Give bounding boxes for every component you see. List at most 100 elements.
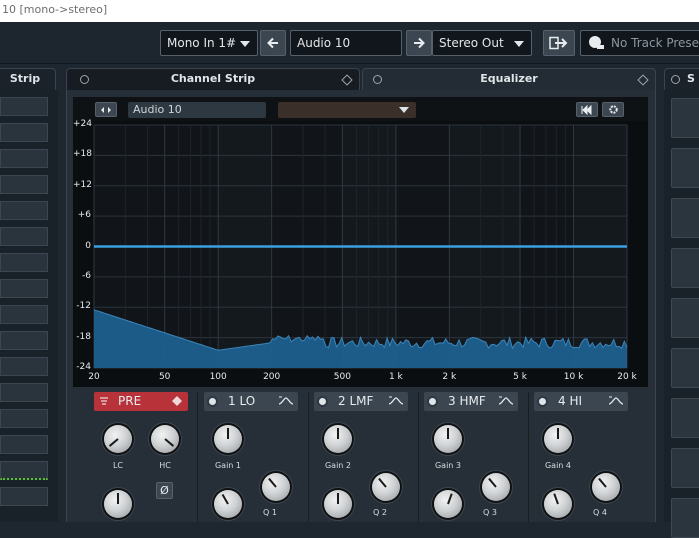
equalizer-title: Equalizer bbox=[480, 72, 538, 85]
ring-icon bbox=[373, 75, 382, 84]
insert-slot[interactable] bbox=[0, 279, 48, 298]
pre-options-icon bbox=[172, 396, 182, 406]
input-routing-select[interactable]: Mono In 1# bbox=[160, 30, 258, 56]
band-1-gain-knob[interactable] bbox=[214, 425, 242, 453]
band-divider bbox=[308, 392, 309, 522]
insert-slot[interactable] bbox=[0, 409, 48, 428]
power-icon[interactable] bbox=[537, 396, 548, 407]
chevron-down-icon bbox=[514, 41, 524, 47]
eq-settings-button[interactable] bbox=[602, 102, 624, 117]
hc-label: HC bbox=[159, 461, 171, 470]
band-4-label: 4 HI bbox=[558, 394, 583, 408]
hc-knob[interactable] bbox=[151, 425, 179, 453]
pre-label: PRE bbox=[118, 394, 142, 408]
eq-display-header: Audio 10 bbox=[73, 97, 648, 121]
eq-x-tick-label: 20 bbox=[88, 372, 100, 382]
insert-slot[interactable] bbox=[0, 305, 48, 324]
band-1-header[interactable]: 1 LO bbox=[204, 392, 298, 411]
phase-invert-button[interactable]: Ø bbox=[156, 482, 173, 499]
insert-slot[interactable] bbox=[0, 123, 48, 142]
route-icon bbox=[549, 36, 568, 50]
band-2-q-knob-dial[interactable] bbox=[324, 490, 352, 518]
band-2-label: 2 LMF bbox=[338, 394, 374, 408]
route-button[interactable] bbox=[543, 30, 575, 56]
eq-x-tick-label: 10 k bbox=[563, 372, 584, 382]
pre-section-button[interactable]: PRE bbox=[94, 392, 188, 411]
eq-x-tick-label: 1 k bbox=[388, 372, 403, 382]
strip-slot[interactable] bbox=[671, 398, 699, 438]
window-title: 10 [mono->stereo] bbox=[2, 3, 108, 16]
next-track-button[interactable] bbox=[406, 30, 432, 56]
insert-slot[interactable] bbox=[0, 331, 48, 350]
strip-slot[interactable] bbox=[671, 448, 699, 488]
insert-slot[interactable] bbox=[0, 201, 48, 220]
insert-slot[interactable] bbox=[0, 149, 48, 168]
pre-gain-knob[interactable] bbox=[104, 490, 132, 518]
lc-knob[interactable] bbox=[104, 425, 132, 453]
insert-slot-active[interactable] bbox=[0, 461, 48, 480]
insert-slot[interactable] bbox=[0, 175, 48, 194]
band-2-gain-knob[interactable] bbox=[324, 425, 352, 453]
band-1-label: 1 LO bbox=[228, 394, 256, 408]
strip-slot[interactable] bbox=[671, 248, 699, 288]
band-2-frequency-knob[interactable] bbox=[372, 473, 400, 501]
previous-track-button[interactable] bbox=[260, 30, 286, 56]
band-4-frequency-knob[interactable] bbox=[592, 473, 620, 501]
strip-slot[interactable] bbox=[671, 348, 699, 388]
eq-y-tick-label: -6 bbox=[82, 270, 91, 281]
band-4-header[interactable]: 4 HI bbox=[534, 392, 628, 411]
strip-slot[interactable] bbox=[671, 148, 699, 188]
reset-eq-button[interactable] bbox=[576, 102, 598, 117]
strip-slot[interactable] bbox=[671, 298, 699, 338]
track-preset-field[interactable]: No Track Preset bbox=[580, 30, 699, 56]
insert-slot[interactable] bbox=[0, 227, 48, 246]
band-4-q-knob-dial[interactable] bbox=[544, 490, 572, 518]
insert-slot[interactable] bbox=[0, 253, 48, 272]
power-icon[interactable] bbox=[207, 396, 218, 407]
strip-slot[interactable] bbox=[671, 498, 699, 538]
band-3-header[interactable]: 3 HMF bbox=[424, 392, 518, 411]
eq-channel-name-text: Audio 10 bbox=[133, 103, 182, 116]
filter-shape-icon[interactable] bbox=[608, 395, 624, 407]
left-panel-tab[interactable]: Strip bbox=[0, 68, 56, 90]
channel-strip-tab[interactable]: Channel Strip bbox=[66, 68, 360, 90]
band-4-gain-knob[interactable] bbox=[544, 425, 572, 453]
preset-icon bbox=[589, 36, 604, 49]
right-strip-panel bbox=[664, 90, 699, 538]
insert-slot[interactable] bbox=[0, 487, 48, 506]
snapshot-toggle-button[interactable] bbox=[95, 102, 117, 117]
insert-slot[interactable] bbox=[0, 435, 48, 454]
arrow-left-icon bbox=[267, 37, 278, 49]
eq-x-tick-label: 200 bbox=[263, 372, 281, 382]
band-divider bbox=[197, 392, 198, 522]
output-routing-select[interactable]: Stereo Out bbox=[432, 30, 532, 56]
band-1-frequency-knob[interactable] bbox=[262, 473, 290, 501]
band-3-label: 3 HMF bbox=[448, 394, 486, 408]
power-icon[interactable] bbox=[427, 396, 438, 407]
power-icon[interactable] bbox=[317, 396, 328, 407]
filter-shape-icon[interactable] bbox=[278, 395, 294, 407]
ring-icon bbox=[671, 75, 680, 84]
eq-y-tick-label: +12 bbox=[73, 179, 92, 190]
eq-preset-select[interactable] bbox=[278, 102, 416, 118]
insert-slot[interactable] bbox=[0, 357, 48, 376]
track-name-field[interactable]: Audio 10 bbox=[290, 30, 402, 56]
right-panel-tab[interactable]: S bbox=[664, 68, 699, 90]
band-1-q-knob-dial[interactable] bbox=[214, 490, 242, 518]
left-strip-panel bbox=[0, 90, 58, 522]
filter-shape-icon[interactable] bbox=[388, 395, 404, 407]
band-3-frequency-knob[interactable] bbox=[482, 473, 510, 501]
strip-slot[interactable] bbox=[671, 198, 699, 238]
filter-shape-icon[interactable] bbox=[498, 395, 514, 407]
equalizer-tab[interactable]: Equalizer bbox=[362, 68, 656, 90]
insert-slot[interactable] bbox=[0, 383, 48, 402]
eq-y-tick-label: 0 bbox=[85, 240, 91, 251]
band-3-q-knob-dial[interactable] bbox=[434, 490, 462, 518]
insert-slot[interactable] bbox=[0, 97, 48, 116]
strip-slot[interactable] bbox=[671, 98, 699, 138]
eq-graph[interactable] bbox=[73, 121, 648, 387]
band-2-header[interactable]: 2 LMF bbox=[314, 392, 408, 411]
band-2-gain-label: Gain 2 bbox=[324, 461, 352, 470]
eq-x-tick-label: 5 k bbox=[513, 372, 527, 382]
band-3-gain-knob[interactable] bbox=[434, 425, 462, 453]
